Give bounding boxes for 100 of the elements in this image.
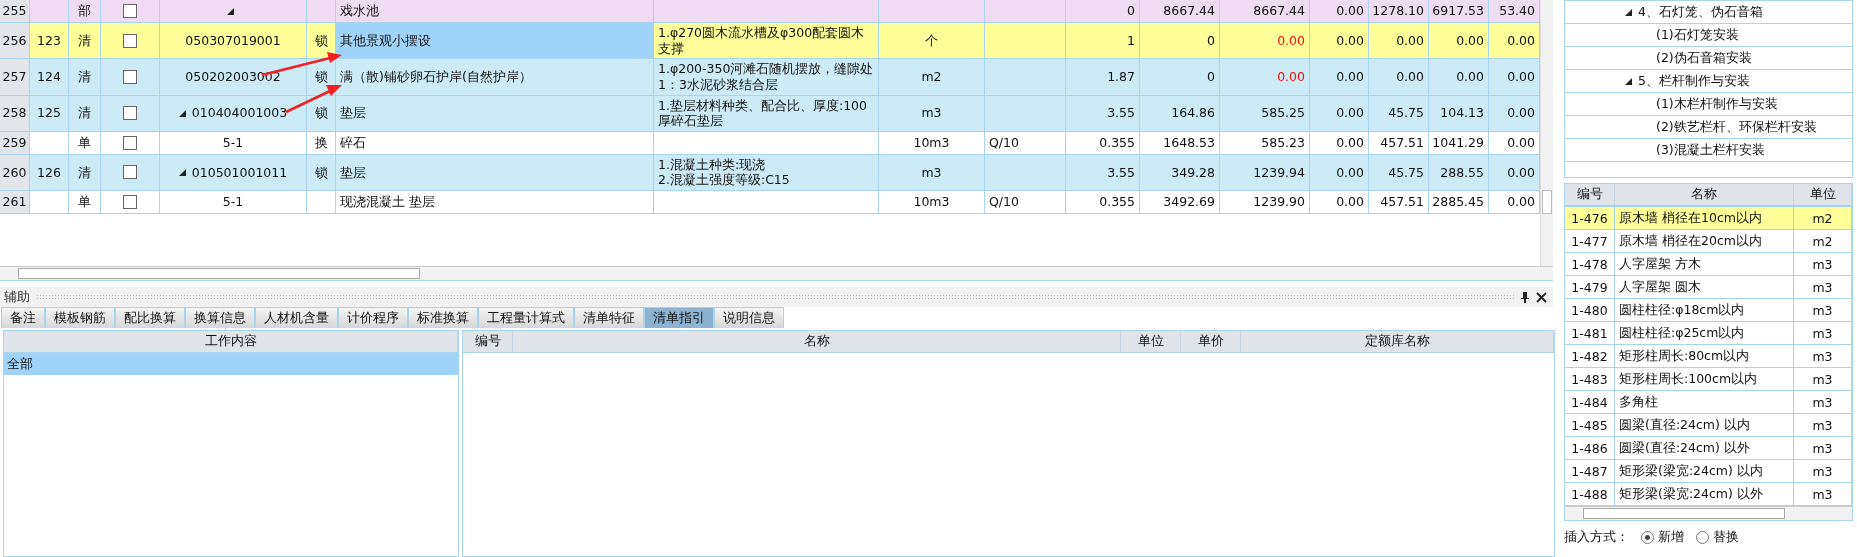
name-cell: 圆柱柱径:φ18cm以内 bbox=[1615, 299, 1794, 321]
tree-item[interactable]: (1)木栏杆制作与安装 bbox=[1565, 93, 1852, 116]
close-icon[interactable] bbox=[1536, 291, 1547, 303]
name-cell: 矩形柱周长:100cm以内 bbox=[1615, 368, 1794, 390]
cell-text: 45.75 bbox=[1388, 105, 1424, 121]
radio-option[interactable]: 新增 bbox=[1641, 529, 1684, 546]
cell-text: 1.混凝土种类:现浇 2.混凝土强度等级:C15 bbox=[658, 156, 790, 188]
radio-option[interactable]: 替换 bbox=[1696, 529, 1739, 546]
tab[interactable]: 模板钢筋 bbox=[45, 307, 115, 328]
table-row[interactable]: 1-485 圆梁(直径:24cm) 以内 m3 bbox=[1565, 414, 1852, 437]
list-row[interactable]: 全部 bbox=[4, 353, 458, 375]
checkbox[interactable] bbox=[123, 33, 137, 48]
tree-item[interactable]: 4、石灯笼、伪石音箱 bbox=[1565, 1, 1852, 24]
unit-cell: m3 bbox=[1794, 437, 1852, 459]
checkbox[interactable] bbox=[123, 69, 137, 84]
cell-text: 0.00 bbox=[1336, 164, 1364, 181]
radio-button[interactable] bbox=[1641, 531, 1654, 544]
horizontal-scrollbar[interactable] bbox=[0, 266, 1553, 280]
table-row[interactable]: 1-480 圆柱柱径:φ18cm以内 m3 bbox=[1565, 299, 1852, 322]
cell-text: 8667.44 bbox=[1163, 3, 1215, 19]
tab[interactable]: 标准换算 bbox=[408, 307, 478, 328]
table-row[interactable]: 259 单 5-1 换 碎石 10m3 Q/10 0.355 1648.53 585.23 0.00 457.51 1041.29 0.00 bbox=[0, 131, 1540, 155]
tree-item[interactable]: (1)石灯笼安装 bbox=[1565, 24, 1852, 47]
table-row[interactable]: 1-483 矩形柱周长:100cm以内 m3 bbox=[1565, 368, 1852, 391]
table-row[interactable]: 1-487 矩形梁(梁宽:24cm) 以内 m3 bbox=[1565, 460, 1852, 483]
code-cell: 1-479 bbox=[1565, 276, 1615, 298]
cell-text: 0 bbox=[1207, 69, 1215, 85]
checkbox[interactable] bbox=[123, 165, 137, 180]
table-row[interactable]: 1-482 矩形柱周长:80cm以内 m3 bbox=[1565, 345, 1852, 368]
table-row[interactable]: 1-484 多角柱 m3 bbox=[1565, 391, 1852, 414]
cell-text: 0.00 bbox=[1396, 69, 1424, 85]
cell-text: 0.00 bbox=[1336, 105, 1364, 121]
cell-text: 锁 bbox=[314, 105, 328, 121]
tab[interactable]: 清单指引 bbox=[644, 307, 714, 328]
tree-item[interactable]: 5、栏杆制作与安装 bbox=[1565, 70, 1852, 93]
table-row[interactable]: 1-481 圆柱柱径:φ25cm以内 m3 bbox=[1565, 322, 1852, 345]
cell-text: 585.23 bbox=[1261, 134, 1305, 151]
tree-item[interactable]: (3)混凝土栏杆安装 bbox=[1565, 139, 1852, 162]
cell-text: 5-1 bbox=[222, 194, 244, 210]
cell-text: 0.00 bbox=[1507, 134, 1535, 151]
table-row[interactable]: 258 125 清 010404001003 锁 垫层 1.垫层材料种类、配合比、厚度:100厚碎石垫层 m3 3.55 164.86 585.25 0.00 45.75 104.13 0.00 bbox=[0, 95, 1540, 132]
cell-text: 清 bbox=[78, 164, 91, 181]
table-row[interactable]: 1-486 圆梁(直径:24cm) 以外 m3 bbox=[1565, 437, 1852, 460]
cell-text: 261 bbox=[2, 194, 27, 210]
expand-triangle-icon[interactable] bbox=[1625, 8, 1632, 16]
tree-item[interactable]: (2)铁艺栏杆、环保栏杆安装 bbox=[1565, 116, 1852, 139]
horizontal-scrollbar[interactable] bbox=[1565, 506, 1852, 520]
table-row[interactable]: 255 部 戏水池 0 8667.44 8667.44 0.00 1278.10 6917.53 53.40 bbox=[0, 0, 1540, 23]
table-row[interactable]: 1-476 原木墙 梢径在10cm以内 m2 bbox=[1565, 207, 1852, 230]
code-cell: 1-482 bbox=[1565, 345, 1615, 367]
checkbox[interactable] bbox=[123, 195, 137, 209]
checkbox[interactable] bbox=[123, 4, 137, 18]
tab[interactable]: 配比换算 bbox=[115, 307, 185, 328]
table-row[interactable]: 1-477 原木墙 梢径在20cm以内 m2 bbox=[1565, 230, 1852, 253]
expand-triangle-icon[interactable] bbox=[178, 109, 186, 117]
cell-text: 部 bbox=[78, 3, 91, 19]
tab[interactable]: 清单特征 bbox=[574, 307, 644, 328]
tab[interactable]: 备注 bbox=[1, 307, 45, 328]
table-row[interactable]: 1-479 人字屋架 圆木 m3 bbox=[1565, 276, 1852, 299]
table-row[interactable]: 260 126 清 010501001011 锁 垫层 1.混凝土种类:现浇 2.混凝土强度等级:C15 m3 3.55 349.28 1239.94 0.00 45.75 288.55 0.00 bbox=[0, 154, 1540, 191]
cell-text: 换 bbox=[314, 134, 328, 151]
cell-text: 1278.10 bbox=[1372, 3, 1424, 19]
name-cell: 原木墙 梢径在10cm以内 bbox=[1615, 207, 1794, 229]
pin-icon[interactable] bbox=[1520, 291, 1530, 303]
tab[interactable]: 工程量计算式 bbox=[478, 307, 574, 328]
name-cell: 圆梁(直径:24cm) 以内 bbox=[1615, 414, 1794, 436]
checkbox[interactable] bbox=[123, 106, 137, 121]
cell-text: 0.00 bbox=[1507, 32, 1535, 49]
sequence-cell bbox=[30, 131, 69, 155]
cell-text: 288.55 bbox=[1440, 164, 1484, 181]
table-row[interactable]: 261 单 5-1 现浇混凝土 垫层 10m3 Q/10 0.355 3492.69 1239.90 0.00 457.51 2885.45 0.00 bbox=[0, 191, 1540, 214]
tab[interactable]: 人材机含量 bbox=[255, 307, 338, 328]
cell-text: 255 bbox=[2, 3, 27, 19]
name-cell: 圆梁(直径:24cm) 以外 bbox=[1615, 437, 1794, 459]
cell-text: 10m3 bbox=[913, 194, 950, 210]
name-cell: 矩形柱周长:80cm以内 bbox=[1615, 345, 1794, 367]
column-header: 名称 bbox=[513, 331, 1121, 353]
table-row[interactable]: 257 124 清 050202003002 锁 满（散)铺砂卵石护岸(自然护岸） 1.φ200-350河滩石随机摆放，缝隙处1：3水泥砂浆结合层 m2 1.87 0 0.00 0.00 0.00 0.00 0.00 bbox=[0, 59, 1540, 96]
tab[interactable]: 换算信息 bbox=[185, 307, 255, 328]
name-cell: 人字屋架 圆木 bbox=[1615, 276, 1794, 298]
unit-cell: m2 bbox=[1794, 207, 1852, 229]
tree-item[interactable]: (2)伪石音箱安装 bbox=[1565, 47, 1852, 70]
unit-cell: m3 bbox=[1794, 322, 1852, 344]
cell-text: 垫层 bbox=[340, 105, 366, 121]
table-row[interactable]: 256 123 清 050307019001 锁 其他景观小摆设 1.φ270圆木流水槽及φ300配套圆木支撑 个 1 0 0.00 0.00 0.00 0.00 0.00 bbox=[0, 23, 1540, 60]
cell-text: 0 bbox=[1127, 3, 1135, 19]
expand-triangle-icon[interactable] bbox=[1625, 77, 1632, 85]
tab[interactable]: 说明信息 bbox=[714, 307, 784, 328]
cell-text: 104.13 bbox=[1440, 105, 1484, 121]
cell-text: 1239.90 bbox=[1253, 194, 1305, 210]
expand-triangle-icon[interactable] bbox=[226, 7, 234, 15]
cell-text: 0.00 bbox=[1277, 69, 1305, 85]
table-row[interactable]: 1-478 人字屋架 方木 m3 bbox=[1565, 253, 1852, 276]
tab[interactable]: 计价程序 bbox=[338, 307, 408, 328]
expand-triangle-icon[interactable] bbox=[178, 168, 186, 176]
radio-button[interactable] bbox=[1696, 531, 1709, 544]
cell-text: 260 bbox=[2, 164, 27, 181]
radio-label: 替换 bbox=[1713, 529, 1739, 546]
vertical-scrollbar[interactable] bbox=[1540, 0, 1553, 266]
checkbox[interactable] bbox=[123, 135, 137, 150]
